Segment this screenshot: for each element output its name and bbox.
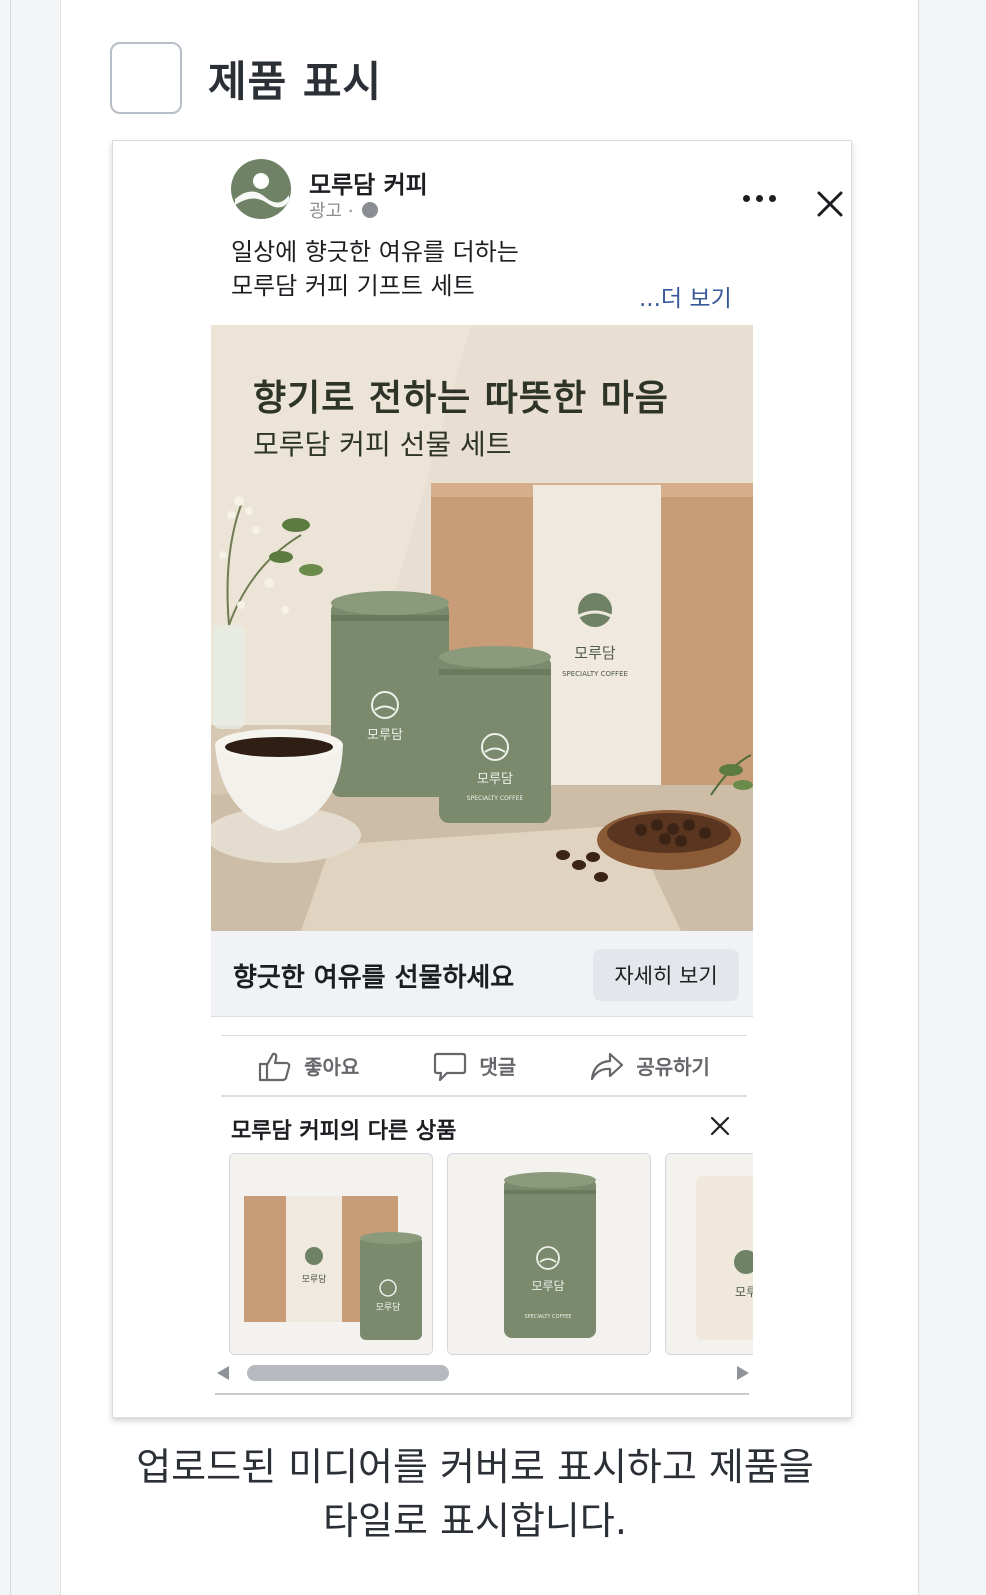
tile1-can-brand-text: 모루담 [376, 1301, 401, 1313]
reaction-bar: 좋아요 댓글 공유하기 [221, 1035, 747, 1097]
primary-text-line2: 모루담 커피 기프트 세트 [231, 272, 475, 300]
more-options-icon[interactable] [743, 195, 776, 202]
comment-icon [434, 1052, 467, 1081]
scroll-right-arrow-icon[interactable] [737, 1366, 749, 1380]
ad-primary-text: 일상에 향긋한 여유를 더하는 모루담 커피 기프트 세트 [231, 235, 651, 303]
tile3-bag-brand-text: 모루 [735, 1285, 753, 1299]
show-products-checkbox[interactable] [110, 42, 182, 114]
primary-text-line1: 일상에 향긋한 여유를 더하는 [231, 238, 519, 266]
like-button[interactable]: 좋아요 [258, 1050, 359, 1082]
see-more-link[interactable]: ...더 보기 [639, 279, 732, 313]
large-can: 모루담 [331, 591, 449, 797]
ad-preview-card: 모루담 커피 광고 · 일상에 향긋한 여유를 더하는 모루담 커피 기프트 세… [112, 140, 852, 1418]
comment-label: 댓글 [479, 1055, 517, 1079]
right-divider [918, 0, 919, 1595]
brand-logo[interactable] [231, 159, 291, 219]
share-button[interactable]: 공유하기 [590, 1050, 710, 1082]
comment-button[interactable]: 댓글 [433, 1050, 516, 1082]
learn-more-button[interactable]: 자세히 보기 [593, 949, 739, 1001]
small-can-tagline-text: SPECIALTY COFFEE [467, 795, 524, 802]
product-tile-can[interactable]: 모루담 SPECIALTY COFFEE [447, 1153, 651, 1355]
box-brand-text: 모루담 [574, 644, 616, 662]
large-can-brand-text: 모루담 [367, 728, 403, 743]
thumbs-up-icon [258, 1052, 291, 1081]
gift-set-thumbnail: 모루담 모루담 [230, 1154, 432, 1354]
share-icon [591, 1052, 624, 1080]
product-tile-bag[interactable]: 모루 [665, 1153, 753, 1355]
box-tagline-text: SPECIALTY COFFEE [562, 670, 628, 678]
page: 제품 표시 모루담 커피 광고 · 일상에 향긋한 여유를 더하는 모루담 커피… [0, 0, 986, 1595]
ad-header: 모루담 커피 광고 · [231, 159, 843, 223]
tile1-box-brand-text: 모루담 [302, 1273, 327, 1285]
option-description: 업로드된 미디어를 커버로 표시하고 제품을 타일로 표시합니다. [60, 1440, 890, 1548]
small-can: 모루담 SPECIALTY COFFEE [439, 646, 551, 823]
sponsored-text: 광고 · [309, 201, 354, 222]
brand-name[interactable]: 모루담 커피 [309, 165, 428, 200]
scroll-thumb[interactable] [247, 1365, 449, 1381]
description-line1: 업로드된 미디어를 커버로 표시하고 제품을 [136, 1445, 814, 1489]
show-products-option[interactable]: 제품 표시 [110, 42, 382, 114]
like-label: 좋아요 [304, 1055, 360, 1079]
close-icon[interactable] [815, 189, 845, 219]
scroll-left-arrow-icon[interactable] [217, 1366, 229, 1380]
product-carousel: 모루담 모루담 모루담 SPECIALTY COFFEE 모 [229, 1153, 753, 1357]
ad-media-image[interactable]: 모루담 SPECIALTY COFFEE 모루담 모루담 SPECIALTY C… [211, 325, 753, 931]
sponsored-label: 광고 · [309, 197, 378, 223]
cta-headline[interactable]: 향긋한 여유를 선물하세요 [233, 957, 514, 994]
share-label: 공유하기 [636, 1055, 710, 1079]
tile2-can-brand-text: 모루담 [531, 1279, 564, 1293]
globe-icon [361, 202, 378, 218]
carousel-close-icon[interactable] [709, 1115, 731, 1137]
cta-bar[interactable]: 향긋한 여유를 선물하세요 자세히 보기 [211, 931, 753, 1017]
media-subhead: 모루담 커피 선물 세트 [253, 428, 512, 461]
carousel-scrollbar[interactable] [217, 1361, 749, 1385]
product-tile-gift-set[interactable]: 모루담 모루담 [229, 1153, 433, 1355]
left-divider [10, 0, 11, 1595]
small-can-brand-text: 모루담 [477, 772, 513, 787]
carousel-bottom-divider [215, 1393, 749, 1395]
carousel-title: 모루담 커피의 다른 상품 [231, 1119, 457, 1144]
coffee-bag-thumbnail: 모루 [666, 1154, 753, 1354]
description-line2: 타일로 표시합니다. [323, 1499, 627, 1543]
coffee-can-thumbnail: 모루담 SPECIALTY COFFEE [448, 1154, 650, 1354]
media-headline: 향기로 전하는 따뜻한 마음 [253, 377, 669, 419]
tile2-can-tagline-text: SPECIALTY COFFEE [524, 1314, 571, 1320]
show-products-label: 제품 표시 [208, 56, 383, 106]
